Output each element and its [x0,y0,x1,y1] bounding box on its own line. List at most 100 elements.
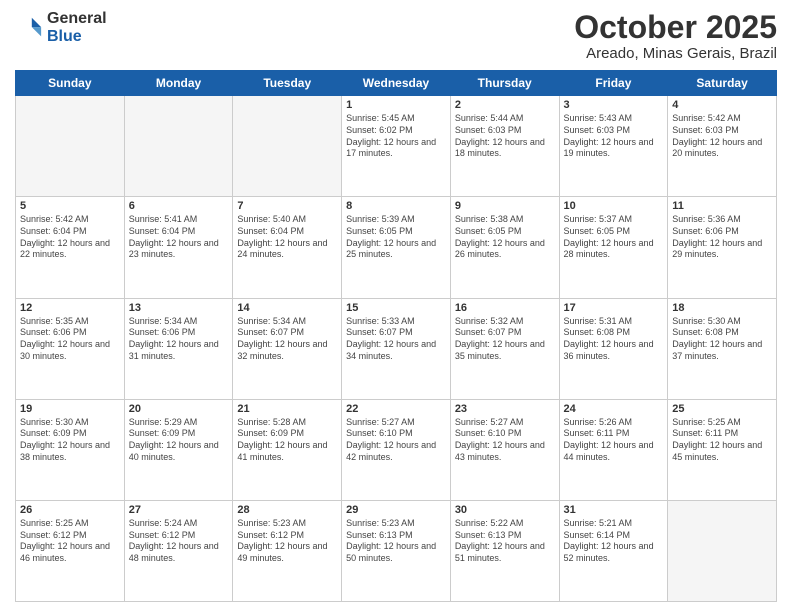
month-title: October 2025 [574,10,777,45]
day-number: 25 [672,403,772,415]
day-info: Sunrise: 5:25 AM Sunset: 6:11 PM Dayligh… [672,417,772,464]
day-number: 14 [237,302,337,314]
day-number: 13 [129,302,229,314]
day-info: Sunrise: 5:30 AM Sunset: 6:08 PM Dayligh… [672,316,772,363]
day-info: Sunrise: 5:42 AM Sunset: 6:03 PM Dayligh… [672,113,772,160]
week-row-3: 12 Sunrise: 5:35 AM Sunset: 6:06 PM Dayli… [16,298,777,399]
day-info: Sunrise: 5:45 AM Sunset: 6:02 PM Dayligh… [346,113,446,160]
calendar-cell: 19 Sunrise: 5:30 AM Sunset: 6:09 PM Dayli… [16,399,125,500]
day-info: Sunrise: 5:28 AM Sunset: 6:09 PM Dayligh… [237,417,337,464]
calendar-cell: 13 Sunrise: 5:34 AM Sunset: 6:06 PM Dayli… [124,298,233,399]
day-number: 24 [564,403,664,415]
day-info: Sunrise: 5:44 AM Sunset: 6:03 PM Dayligh… [455,113,555,160]
location: Areado, Minas Gerais, Brazil [574,45,777,62]
day-number: 22 [346,403,446,415]
day-info: Sunrise: 5:32 AM Sunset: 6:07 PM Dayligh… [455,316,555,363]
calendar-cell: 12 Sunrise: 5:35 AM Sunset: 6:06 PM Dayli… [16,298,125,399]
calendar-cell: 18 Sunrise: 5:30 AM Sunset: 6:08 PM Dayli… [668,298,777,399]
logo-text: General Blue [47,10,107,46]
day-info: Sunrise: 5:21 AM Sunset: 6:14 PM Dayligh… [564,518,664,565]
calendar-cell [668,500,777,601]
day-number: 8 [346,200,446,212]
calendar-cell: 16 Sunrise: 5:32 AM Sunset: 6:07 PM Dayli… [450,298,559,399]
day-number: 27 [129,504,229,516]
calendar-cell: 30 Sunrise: 5:22 AM Sunset: 6:13 PM Dayli… [450,500,559,601]
calendar-cell: 2 Sunrise: 5:44 AM Sunset: 6:03 PM Daylig… [450,96,559,197]
col-thursday: Thursday [450,71,559,96]
day-info: Sunrise: 5:24 AM Sunset: 6:12 PM Dayligh… [129,518,229,565]
col-tuesday: Tuesday [233,71,342,96]
day-number: 18 [672,302,772,314]
day-number: 6 [129,200,229,212]
calendar-cell [233,96,342,197]
day-info: Sunrise: 5:23 AM Sunset: 6:13 PM Dayligh… [346,518,446,565]
day-info: Sunrise: 5:27 AM Sunset: 6:10 PM Dayligh… [455,417,555,464]
col-wednesday: Wednesday [342,71,451,96]
logo: General Blue [15,10,107,46]
day-info: Sunrise: 5:35 AM Sunset: 6:06 PM Dayligh… [20,316,120,363]
day-number: 12 [20,302,120,314]
calendar-cell: 27 Sunrise: 5:24 AM Sunset: 6:12 PM Dayli… [124,500,233,601]
day-info: Sunrise: 5:43 AM Sunset: 6:03 PM Dayligh… [564,113,664,160]
col-monday: Monday [124,71,233,96]
col-sunday: Sunday [16,71,125,96]
day-number: 23 [455,403,555,415]
col-friday: Friday [559,71,668,96]
day-number: 21 [237,403,337,415]
day-number: 30 [455,504,555,516]
calendar-cell: 17Sunrise: 5:31 AM Sunset: 6:08 PM Dayli… [559,298,668,399]
header: General Blue October 2025 Areado, Minas … [15,10,777,62]
day-info: Sunrise: 5:41 AM Sunset: 6:04 PM Dayligh… [129,214,229,261]
day-info: Sunrise: 5:22 AM Sunset: 6:13 PM Dayligh… [455,518,555,565]
week-row-1: 1 Sunrise: 5:45 AM Sunset: 6:02 PM Daylig… [16,96,777,197]
day-info: Sunrise: 5:39 AM Sunset: 6:05 PM Dayligh… [346,214,446,261]
calendar-cell: 9 Sunrise: 5:38 AM Sunset: 6:05 PM Daylig… [450,197,559,298]
day-info: Sunrise: 5:33 AM Sunset: 6:07 PM Dayligh… [346,316,446,363]
day-info: Sunrise: 5:29 AM Sunset: 6:09 PM Dayligh… [129,417,229,464]
calendar-cell [16,96,125,197]
day-number: 20 [129,403,229,415]
col-saturday: Saturday [668,71,777,96]
weekday-header-row: Sunday Monday Tuesday Wednesday Thursday… [16,71,777,96]
calendar-cell: 31 Sunrise: 5:21 AM Sunset: 6:14 PM Dayli… [559,500,668,601]
logo-blue: Blue [47,28,107,46]
day-number: 9 [455,200,555,212]
day-number: 19 [20,403,120,415]
day-info: Sunrise: 5:26 AM Sunset: 6:11 PM Dayligh… [564,417,664,464]
calendar-cell [124,96,233,197]
day-number: 5 [20,200,120,212]
day-number: 29 [346,504,446,516]
logo-icon [15,14,43,42]
calendar-cell: 23 Sunrise: 5:27 AM Sunset: 6:10 PM Dayli… [450,399,559,500]
day-info: Sunrise: 5:34 AM Sunset: 6:06 PM Dayligh… [129,316,229,363]
calendar-cell: 11Sunrise: 5:36 AM Sunset: 6:06 PM Dayli… [668,197,777,298]
day-info: Sunrise: 5:38 AM Sunset: 6:05 PM Dayligh… [455,214,555,261]
day-info: Sunrise: 5:30 AM Sunset: 6:09 PM Dayligh… [20,417,120,464]
day-number: 16 [455,302,555,314]
calendar-cell: 15 Sunrise: 5:33 AM Sunset: 6:07 PM Dayli… [342,298,451,399]
calendar-cell: 3Sunrise: 5:43 AM Sunset: 6:03 PM Daylig… [559,96,668,197]
calendar-cell: 24 Sunrise: 5:26 AM Sunset: 6:11 PM Dayli… [559,399,668,500]
day-info: Sunrise: 5:25 AM Sunset: 6:12 PM Dayligh… [20,518,120,565]
day-number: 2 [455,99,555,111]
title-block: October 2025 Areado, Minas Gerais, Brazi… [574,10,777,62]
calendar-cell: 14 Sunrise: 5:34 AM Sunset: 6:07 PM Dayli… [233,298,342,399]
day-number: 15 [346,302,446,314]
calendar-cell: 6 Sunrise: 5:41 AM Sunset: 6:04 PM Daylig… [124,197,233,298]
day-info: Sunrise: 5:23 AM Sunset: 6:12 PM Dayligh… [237,518,337,565]
week-row-5: 26 Sunrise: 5:25 AM Sunset: 6:12 PM Dayli… [16,500,777,601]
calendar: Sunday Monday Tuesday Wednesday Thursday… [15,70,777,602]
calendar-cell: 28Sunrise: 5:23 AM Sunset: 6:12 PM Dayli… [233,500,342,601]
day-info: Sunrise: 5:34 AM Sunset: 6:07 PM Dayligh… [237,316,337,363]
logo-general: General [47,10,107,28]
calendar-cell: 29 Sunrise: 5:23 AM Sunset: 6:13 PM Dayli… [342,500,451,601]
calendar-cell: 10Sunrise: 5:37 AM Sunset: 6:05 PM Dayli… [559,197,668,298]
day-info: Sunrise: 5:37 AM Sunset: 6:05 PM Dayligh… [564,214,664,261]
calendar-cell: 4Sunrise: 5:42 AM Sunset: 6:03 PM Daylig… [668,96,777,197]
day-number: 31 [564,504,664,516]
calendar-cell: 7Sunrise: 5:40 AM Sunset: 6:04 PM Daylig… [233,197,342,298]
day-number: 26 [20,504,120,516]
week-row-4: 19 Sunrise: 5:30 AM Sunset: 6:09 PM Dayli… [16,399,777,500]
calendar-cell: 26 Sunrise: 5:25 AM Sunset: 6:12 PM Dayli… [16,500,125,601]
day-number: 1 [346,99,446,111]
